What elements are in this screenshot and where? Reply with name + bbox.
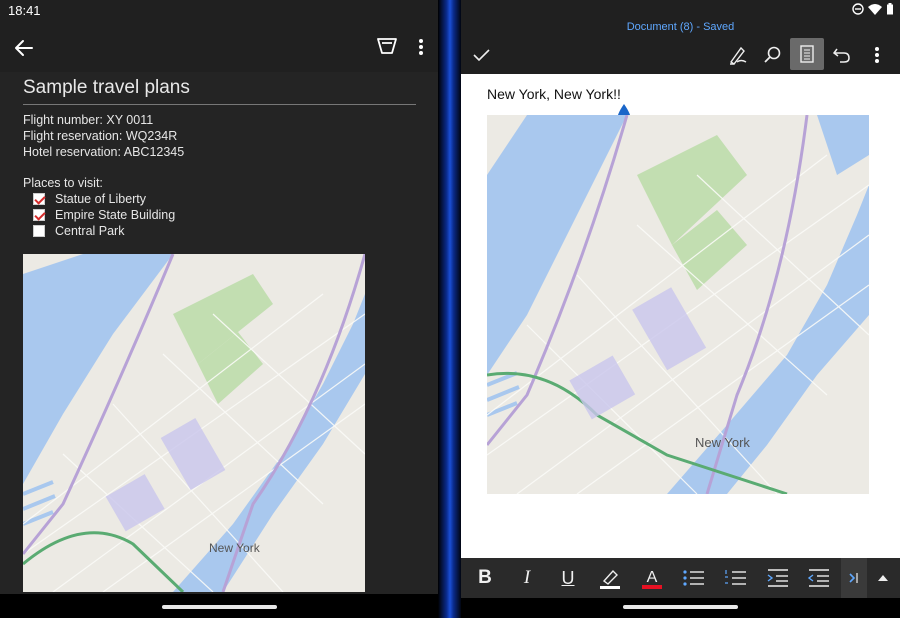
caret-up-icon[interactable] [873, 568, 893, 588]
wifi-icon [868, 4, 882, 15]
todo-label: Empire State Building [55, 208, 176, 222]
nav-bar [0, 594, 438, 618]
gesture-handle[interactable] [162, 605, 277, 609]
note-title[interactable]: Sample travel plans [23, 77, 416, 105]
status-bar: 18:41 [0, 0, 438, 22]
font-color-button[interactable]: A [637, 564, 667, 592]
highlighter-icon[interactable] [595, 564, 625, 592]
back-arrow-icon[interactable] [12, 36, 36, 60]
svg-text:A: A [647, 569, 658, 586]
todo-item[interactable]: Statue of Liberty [33, 192, 146, 206]
map-image[interactable]: New York [487, 115, 869, 494]
more-formatting-icon[interactable] [841, 558, 867, 598]
search-icon[interactable] [758, 41, 786, 69]
draw-pen-icon[interactable] [724, 41, 752, 69]
underline-button[interactable]: U [553, 564, 583, 592]
decrease-indent-icon[interactable] [804, 564, 834, 592]
status-time: 18:41 [8, 3, 41, 18]
hotel-reservation-line: Hotel reservation: ABC12345 [23, 145, 185, 159]
battery-icon [887, 3, 893, 15]
bold-button[interactable]: B [470, 564, 500, 592]
checkmark-icon[interactable] [467, 41, 495, 69]
map-city-label: New York [209, 541, 261, 555]
document-heading[interactable]: New York, New York!! [487, 86, 621, 102]
more-vert-icon[interactable] [863, 41, 891, 69]
italic-button[interactable]: I [512, 564, 542, 592]
do-not-disturb-icon [852, 3, 864, 15]
nav-bar [461, 598, 900, 618]
checkbox-checked[interactable] [33, 193, 45, 205]
checkbox-checked[interactable] [33, 209, 45, 221]
format-toolbar: B I U A [461, 558, 900, 598]
numbering-icon[interactable] [721, 564, 751, 592]
todo-label: Central Park [55, 224, 125, 238]
word-header: Document (8) - Saved [461, 0, 900, 74]
gesture-handle[interactable] [623, 605, 738, 609]
places-heading: Places to visit: [23, 176, 103, 190]
word-app-pane: Document (8) - Saved New York, New York!… [461, 0, 900, 618]
document-title[interactable]: Document (8) - Saved [461, 21, 900, 33]
document-canvas[interactable]: New York, New York!! New York [461, 74, 900, 558]
flight-number-line: Flight number: XY 0011 [23, 113, 154, 127]
note-page[interactable]: Sample travel plans Flight number: XY 00… [0, 72, 438, 594]
todo-label: Statue of Liberty [55, 192, 147, 206]
map-city-label: New York [695, 435, 750, 450]
todo-item[interactable]: Empire State Building [33, 208, 175, 222]
device-hinge [438, 0, 462, 618]
filter-icon[interactable] [375, 35, 399, 59]
notes-app-pane: 18:41 Sample travel plans Flight number:… [0, 0, 438, 618]
increase-indent-icon[interactable] [763, 564, 793, 592]
bullets-icon[interactable] [679, 564, 709, 592]
checkbox-unchecked[interactable] [33, 225, 45, 237]
notes-app-bar [0, 22, 438, 72]
map-image: New York [23, 254, 365, 592]
flight-reservation-line: Flight reservation: WQ234R [23, 129, 178, 143]
undo-icon[interactable] [828, 41, 856, 69]
status-icons [852, 3, 894, 15]
more-vert-icon[interactable] [411, 35, 431, 59]
reading-view-icon[interactable] [790, 38, 824, 70]
todo-item[interactable]: Central Park [33, 224, 124, 238]
